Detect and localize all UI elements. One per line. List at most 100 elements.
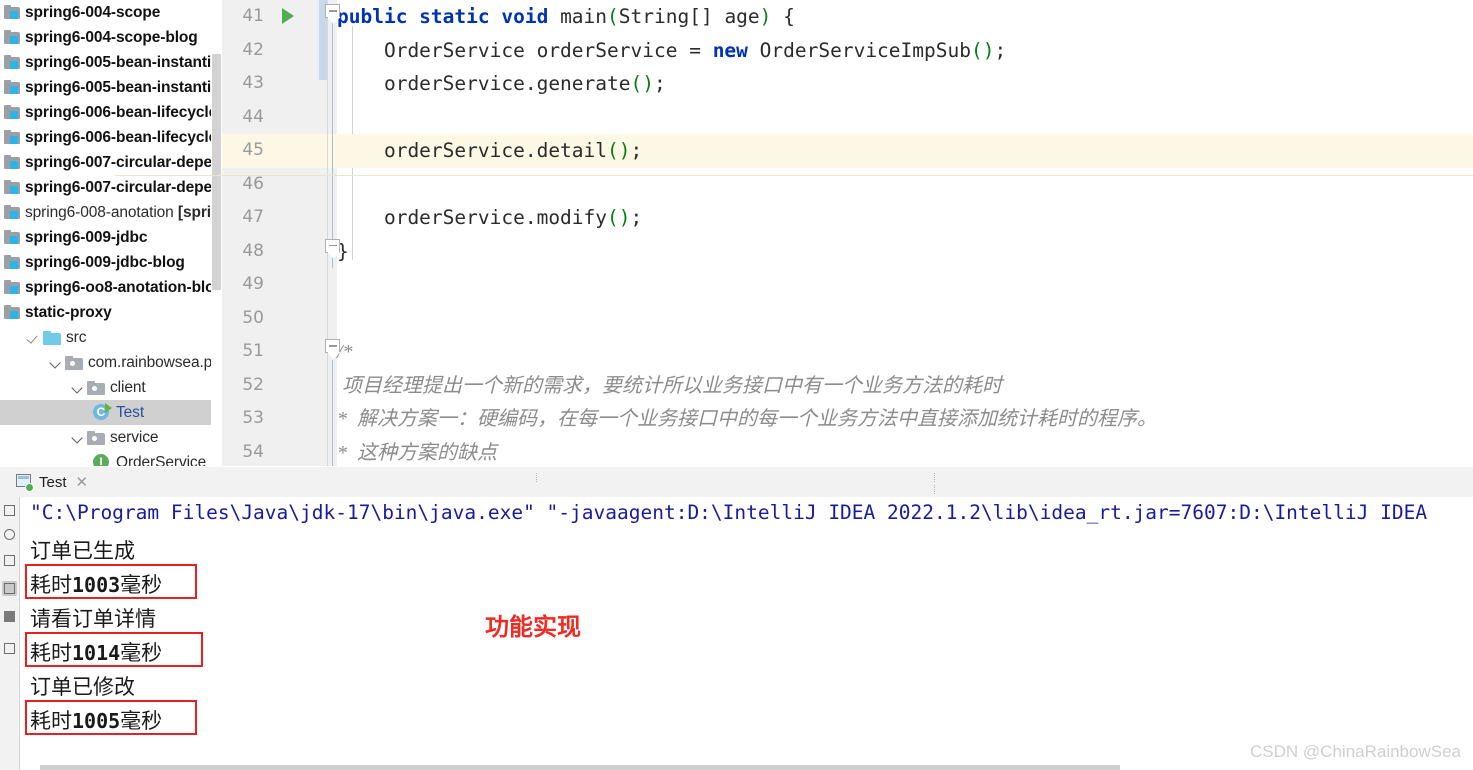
gutter-row-45[interactable]: 45 bbox=[222, 134, 337, 168]
chevron-down-icon[interactable] bbox=[70, 430, 86, 446]
filter-icon[interactable] bbox=[2, 581, 17, 596]
tree-item-label: spring6-006-bean-lifecycle- bbox=[25, 128, 222, 146]
code-line-46[interactable] bbox=[337, 168, 1473, 202]
tree-item-2[interactable]: spring6-005-bean-instantiat bbox=[0, 50, 222, 75]
line-number: 49 bbox=[242, 274, 264, 294]
tree-item-3[interactable]: spring6-005-bean-instantiat bbox=[0, 75, 222, 100]
tree-item-label: static-proxy bbox=[25, 303, 112, 321]
gutter-separator bbox=[327, 0, 328, 466]
tree-item-7[interactable]: spring6-007-circular-depen bbox=[0, 175, 222, 200]
gutter-row-52[interactable]: 52 bbox=[222, 369, 337, 403]
code-line-53[interactable]: * 解决方案一：硬编码，在每一个业务接口中的每一个业务方法中直接添加统计耗时的程… bbox=[337, 402, 1473, 436]
tree-item-18[interactable]: I OrderService bbox=[0, 450, 222, 466]
gutter-row-47[interactable]: 47 bbox=[222, 201, 337, 235]
tree-item-label: spring6-007-circular-depen bbox=[25, 153, 222, 171]
line-number: 41 bbox=[242, 6, 264, 26]
code-editor[interactable]: 41 42 43 44 45 46 47 48 49 50 51 52 53 54 public stat… bbox=[222, 0, 1473, 466]
console-horizontal-scrollbar[interactable] bbox=[40, 765, 1120, 770]
tree-item-15[interactable]: client bbox=[0, 375, 222, 400]
run-gutter-icon[interactable] bbox=[282, 8, 294, 24]
code-token: ; bbox=[630, 206, 643, 229]
code-line-47[interactable]: orderService.modify(); bbox=[337, 201, 1473, 235]
gutter-row-49[interactable]: 49 bbox=[222, 268, 337, 302]
console-timing-line: 耗时1003毫秒 bbox=[30, 573, 163, 597]
tree-item-13[interactable]: src bbox=[0, 325, 222, 350]
project-tree-scrollbar[interactable] bbox=[211, 0, 222, 466]
tree-item-4[interactable]: spring6-006-bean-lifecycle bbox=[0, 100, 222, 125]
tree-item-12[interactable]: static-proxy bbox=[0, 300, 222, 325]
tree-item-label: OrderService bbox=[116, 453, 207, 467]
scrollbar-thumb[interactable] bbox=[212, 54, 221, 290]
code-fold-icon[interactable] bbox=[325, 4, 342, 26]
code-token: () bbox=[607, 139, 631, 162]
code-fold-icon[interactable] bbox=[325, 238, 342, 261]
tab-test[interactable]: Test ✕ bbox=[8, 467, 97, 500]
line-number: 42 bbox=[242, 39, 264, 60]
code-line-52[interactable]: 项目经理提出一个新的需求，要统计所以业务接口中有一个业务方法的耗时 bbox=[337, 369, 1473, 403]
tree-item-label: spring6-006-bean-lifecycle bbox=[25, 103, 218, 121]
code-token: () bbox=[970, 38, 995, 62]
chevron-down-icon[interactable] bbox=[70, 380, 86, 396]
gutter-row-44[interactable]: 44 bbox=[222, 101, 337, 135]
tab-divider-tick bbox=[536, 473, 538, 482]
code-line-45[interactable]: orderService.detail(); bbox=[337, 134, 1473, 168]
code-fold-icon[interactable] bbox=[325, 339, 342, 361]
tree-item-8[interactable]: spring6-008-anotation [sprin bbox=[0, 200, 222, 225]
code-token: { bbox=[771, 5, 795, 28]
code-line-51[interactable]: /* bbox=[337, 335, 1473, 369]
tree-item-11[interactable]: spring6-oo8-anotation-blog bbox=[0, 275, 222, 300]
tree-item-17[interactable]: service bbox=[0, 425, 222, 450]
gutter-row-50[interactable]: 50 bbox=[222, 302, 337, 336]
trace-icon[interactable] bbox=[2, 553, 17, 568]
highlighted-line-underline bbox=[115, 175, 1473, 176]
module-icon bbox=[4, 55, 21, 70]
tree-item-1[interactable]: spring6-004-scope-blog bbox=[0, 25, 222, 50]
ide-window: spring6-004-scope spring6-004-scope-blog s… bbox=[0, 0, 1473, 770]
tree-item-6[interactable]: spring6-007-circular-depen bbox=[0, 150, 222, 175]
code-text-area[interactable]: public static void main(String[] age) { … bbox=[337, 0, 1473, 466]
tree-item-16[interactable]: C Test bbox=[0, 400, 222, 425]
gutter-row-48[interactable]: 48 bbox=[222, 235, 337, 269]
tab-divider-tick bbox=[934, 473, 936, 482]
tree-item-label: spring6-004-scope bbox=[25, 3, 161, 21]
rerun-icon[interactable] bbox=[2, 503, 17, 518]
code-line-54[interactable]: * 这种方案的缺点 bbox=[337, 436, 1473, 467]
java-interface-icon: I bbox=[92, 453, 111, 466]
code-token: * 解决方案一：硬编码，在每一个业务接口中的每一个业务方法中直接添加统计耗时的程… bbox=[337, 408, 1157, 430]
module-icon bbox=[4, 280, 21, 295]
gutter-row-54[interactable]: 54 bbox=[222, 436, 337, 467]
line-number: 47 bbox=[242, 207, 264, 227]
console-output[interactable]: "C:\Program Files\Java\jdk-17\bin\java.e… bbox=[20, 497, 1473, 770]
code-line-49[interactable] bbox=[337, 268, 1473, 302]
tree-item-0[interactable]: spring6-004-scope bbox=[0, 0, 222, 25]
tree-item-10[interactable]: spring6-009-jdbc-blog bbox=[0, 250, 222, 275]
console-output-line: 订单已修改 bbox=[30, 676, 135, 699]
close-icon[interactable]: ✕ bbox=[76, 473, 89, 491]
gutter-row-46[interactable]: 46 bbox=[222, 168, 337, 202]
code-line-44[interactable] bbox=[337, 101, 1473, 135]
code-line-48[interactable]: } bbox=[337, 235, 1473, 269]
tree-item-5[interactable]: spring6-006-bean-lifecycle- bbox=[0, 125, 222, 150]
code-line-41[interactable]: public static void main(String[] age) { bbox=[337, 0, 1473, 34]
print-icon[interactable] bbox=[2, 609, 17, 624]
checkmark-icon bbox=[26, 330, 42, 346]
chevron-down-icon[interactable] bbox=[48, 355, 64, 371]
code-line-43[interactable]: orderService.generate(); bbox=[337, 67, 1473, 101]
project-tree-panel[interactable]: spring6-004-scope spring6-004-scope-blog s… bbox=[0, 0, 222, 466]
gutter-row-51[interactable]: 51 bbox=[222, 335, 337, 369]
tree-item-label: spring6-009-jdbc bbox=[25, 228, 148, 246]
tree-item-9[interactable]: spring6-009-jdbc bbox=[0, 225, 222, 250]
code-line-42[interactable]: OrderService orderService = new OrderSer… bbox=[337, 34, 1473, 68]
tree-item-label: spring6-004-scope-blog bbox=[25, 28, 198, 46]
module-icon bbox=[4, 180, 21, 195]
tree-item-14[interactable]: com.rainbowsea.proxy bbox=[0, 350, 222, 375]
src-folder-icon bbox=[43, 330, 61, 345]
code-token: ; bbox=[653, 72, 666, 95]
console-side-toolbar[interactable] bbox=[0, 497, 20, 770]
gutter-row-53[interactable]: 53 bbox=[222, 402, 337, 436]
settings-icon[interactable] bbox=[2, 641, 17, 656]
stop-icon[interactable] bbox=[2, 527, 17, 542]
tree-item-label: spring6-009-jdbc-blog bbox=[25, 253, 185, 271]
code-line-50[interactable] bbox=[337, 302, 1473, 336]
annotation-label: 功能实现 bbox=[485, 614, 581, 641]
